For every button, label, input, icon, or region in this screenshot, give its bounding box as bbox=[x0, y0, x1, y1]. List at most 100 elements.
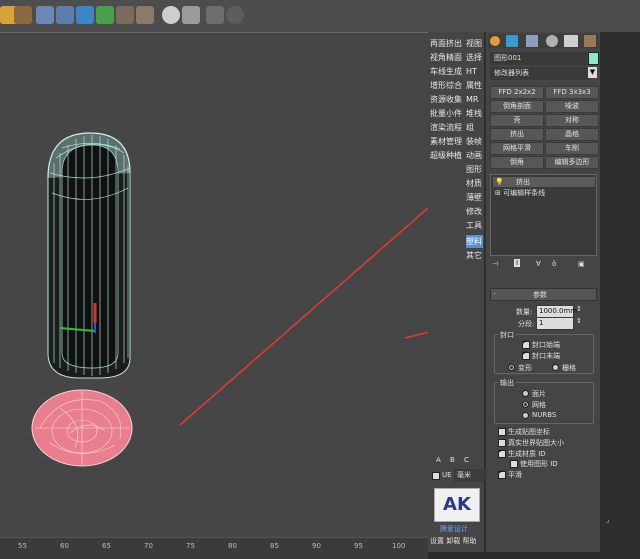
units-dropdown[interactable]: 毫米 bbox=[454, 469, 486, 482]
menu-item-col2-selected[interactable]: 塑料 bbox=[466, 235, 483, 248]
menu-item-col2[interactable]: 其它 bbox=[466, 249, 483, 262]
ffd-2x2x2-button[interactable]: FFD 2x2x2 bbox=[490, 86, 544, 99]
help-icon[interactable] bbox=[226, 6, 244, 24]
noise-button[interactable]: 噪波 bbox=[545, 100, 599, 113]
real-world-map-label: 真实世界贴图大小 bbox=[508, 439, 564, 447]
menu-item-col2[interactable]: 视图 bbox=[466, 37, 483, 50]
extruded-cylinder[interactable] bbox=[47, 132, 131, 379]
segments-spinner[interactable]: ⇕ bbox=[576, 317, 582, 325]
menu-item[interactable]: 视角精面 bbox=[430, 51, 466, 64]
link-icon[interactable] bbox=[36, 6, 54, 24]
main-toolbar bbox=[0, 0, 640, 33]
menu-item-col2[interactable]: 堆栈 bbox=[466, 107, 483, 120]
edit-poly-button[interactable]: 编辑多边形 bbox=[545, 156, 599, 169]
modifier-list-dropdown[interactable]: 修改器列表 bbox=[490, 67, 591, 80]
pink-spiral-shape[interactable] bbox=[31, 389, 133, 467]
tab-c[interactable]: C bbox=[464, 456, 469, 464]
create-tab-icon[interactable] bbox=[490, 36, 500, 46]
bevel-profile-button[interactable]: 倒角剖面 bbox=[490, 100, 544, 113]
hdr-icon[interactable] bbox=[116, 6, 134, 24]
menu-item[interactable]: 车线生成 bbox=[430, 65, 466, 78]
bottom-menu[interactable]: 设置 卸载 帮助 bbox=[430, 536, 476, 546]
modify-tab-icon[interactable] bbox=[506, 35, 518, 47]
morph-radio[interactable] bbox=[508, 364, 515, 371]
menu-item[interactable]: 批量小件 bbox=[430, 107, 466, 120]
menu-item-col2[interactable]: MR bbox=[466, 93, 483, 106]
camera-icon[interactable] bbox=[56, 6, 74, 24]
chamfer-button[interactable]: 倒角 bbox=[490, 156, 544, 169]
cap-end-checkbox[interactable] bbox=[522, 349, 530, 360]
window-icon[interactable] bbox=[206, 6, 224, 24]
menu-item-col2[interactable]: 选择 bbox=[466, 51, 483, 64]
menu-item-col2[interactable]: 工具 bbox=[466, 219, 483, 232]
grid-icon[interactable] bbox=[182, 6, 200, 24]
menu-item[interactable]: 渲染流程 bbox=[430, 121, 466, 134]
globe-icon[interactable] bbox=[76, 6, 94, 24]
smooth-checkbox[interactable] bbox=[498, 468, 506, 479]
segments-input[interactable]: 1 bbox=[536, 317, 574, 330]
expand-icon[interactable]: ⊞ bbox=[495, 189, 501, 197]
hierarchy-tab-icon[interactable] bbox=[526, 35, 538, 47]
real-world-map-checkbox[interactable] bbox=[498, 439, 506, 447]
menu-item-col2[interactable]: 薄壁 bbox=[466, 191, 483, 204]
menu-item[interactable]: 增形综合 bbox=[430, 79, 466, 92]
cap-start-label: 封口始端 bbox=[532, 341, 560, 349]
use-shape-id-checkbox[interactable] bbox=[510, 460, 518, 468]
menu-item[interactable]: 超级种植 bbox=[430, 149, 466, 162]
stack-item-extrude[interactable]: 💡 挤出 bbox=[493, 177, 595, 187]
pin-stack-icon[interactable]: ⊣ bbox=[492, 260, 498, 268]
amount-spinner[interactable]: ⇕ bbox=[576, 305, 582, 313]
ue-checkbox[interactable] bbox=[432, 472, 440, 480]
menu-item-col2[interactable]: 装帧 bbox=[466, 135, 483, 148]
menu-item-col2[interactable]: 属性 bbox=[466, 79, 483, 92]
menu-item-col2[interactable]: 组 bbox=[466, 121, 483, 134]
menu-item-col2[interactable]: 修改 bbox=[466, 205, 483, 218]
extrude-button[interactable]: 挤出 bbox=[490, 128, 544, 141]
logo-caption[interactable]: 腾爱设计 bbox=[440, 524, 468, 534]
cap-start-checkbox[interactable] bbox=[522, 338, 530, 349]
make-unique-icon[interactable]: ∀ bbox=[536, 260, 541, 268]
show-end-result-icon[interactable]: I bbox=[514, 259, 521, 267]
perspective-viewport[interactable] bbox=[0, 32, 487, 538]
nurbs-radio[interactable] bbox=[522, 412, 529, 419]
params-rollout-header[interactable]: - 参数 bbox=[490, 288, 597, 301]
utilities-tab-icon[interactable] bbox=[584, 35, 596, 47]
menu-item[interactable]: 资源收集 bbox=[430, 93, 466, 106]
menu-item-col2[interactable]: 材质 bbox=[466, 177, 483, 190]
menu-item-col2[interactable]: 动画 bbox=[466, 149, 483, 162]
grid-radio[interactable] bbox=[552, 364, 559, 371]
display-tab-icon[interactable] bbox=[564, 35, 578, 47]
gen-map-coords-checkbox[interactable] bbox=[498, 428, 506, 436]
chevron-down-icon[interactable]: ▼ bbox=[588, 67, 597, 78]
sphere-icon[interactable] bbox=[162, 6, 180, 24]
lattice-button[interactable]: 晶格 bbox=[545, 128, 599, 141]
toolbar-icon-2[interactable] bbox=[14, 6, 32, 24]
modifier-stack: 💡 挤出 ⊞ 可编辑样条线 bbox=[490, 174, 597, 256]
timeline-ruler[interactable]: 55 60 65 70 75 80 85 90 95 100 bbox=[0, 537, 428, 559]
shell-button[interactable]: 壳 bbox=[490, 114, 544, 127]
texture-icon[interactable] bbox=[136, 6, 154, 24]
menu-item-col2[interactable]: 图形 bbox=[466, 163, 483, 176]
patch-radio[interactable] bbox=[522, 390, 529, 397]
gen-material-id-checkbox[interactable] bbox=[498, 447, 506, 458]
lathe-button[interactable]: 车削 bbox=[545, 142, 599, 155]
motion-tab-icon[interactable] bbox=[546, 35, 558, 47]
menu-item-col2[interactable]: HT bbox=[466, 65, 483, 78]
resize-grip-icon[interactable]: ⌟ bbox=[606, 516, 609, 524]
stack-item-editable-spline[interactable]: ⊞ 可编辑样条线 bbox=[493, 188, 595, 198]
configure-modifier-sets-icon[interactable]: ▣ bbox=[578, 260, 585, 268]
bulb-icon[interactable]: 💡 bbox=[495, 178, 504, 186]
tab-b[interactable]: B bbox=[450, 456, 455, 464]
meshsmooth-button[interactable]: 网格平滑 bbox=[490, 142, 544, 155]
remove-modifier-icon[interactable]: ǒ bbox=[552, 260, 556, 268]
ffd-3x3x3-button[interactable]: FFD 3x3x3 bbox=[545, 86, 599, 99]
symmetry-button[interactable]: 对称 bbox=[545, 114, 599, 127]
object-name-field[interactable]: 图形001 bbox=[490, 52, 587, 65]
tab-a[interactable]: A bbox=[436, 456, 441, 464]
object-color-swatch[interactable] bbox=[588, 52, 599, 65]
menu-item[interactable]: 再面挤出 bbox=[430, 37, 466, 50]
right-empty-strip: ⌟ bbox=[600, 32, 640, 558]
mesh-radio[interactable] bbox=[522, 401, 529, 408]
menu-item[interactable]: 素材管理 bbox=[430, 135, 466, 148]
plant-icon[interactable] bbox=[96, 6, 114, 24]
